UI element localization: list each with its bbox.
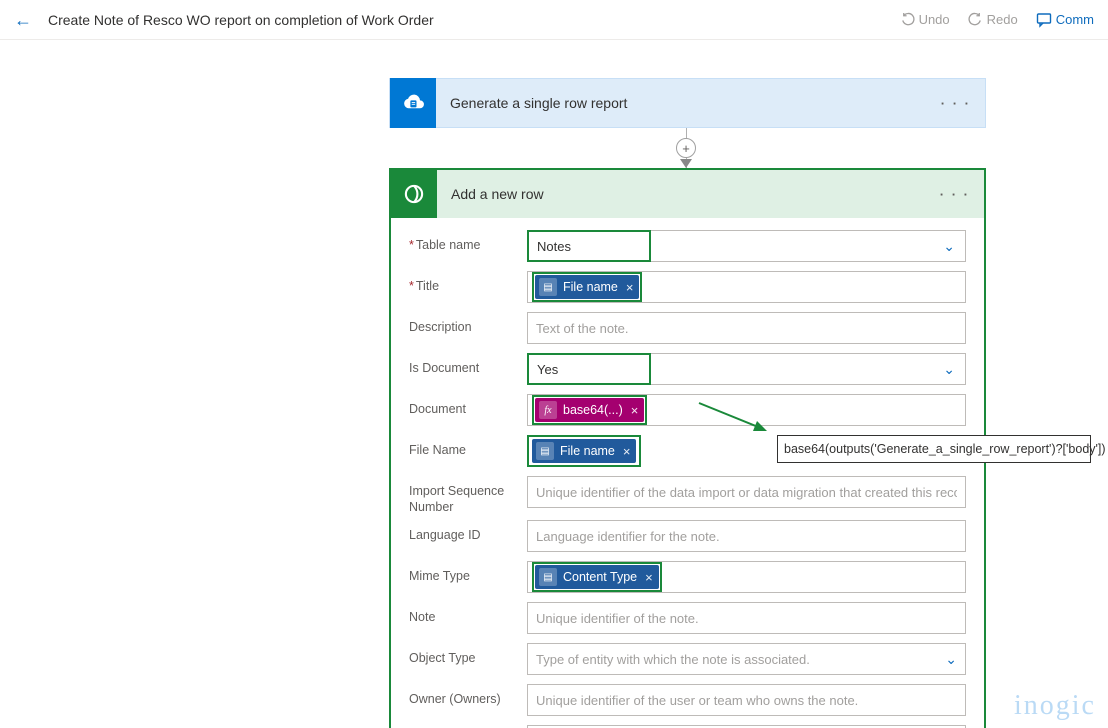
comments-button[interactable]: Comm — [1036, 12, 1094, 28]
row-is-document: Is Document Yes ⌄ — [409, 353, 966, 385]
row-title: *Title ▤ File name × — [409, 271, 966, 303]
top-bar-left: ← Create Note of Resco WO report on comp… — [10, 7, 434, 33]
import-seq-input[interactable] — [527, 476, 966, 508]
token-remove-icon[interactable]: × — [629, 403, 639, 418]
undo-button[interactable]: Undo — [900, 12, 950, 27]
step-icon — [390, 78, 436, 128]
flow-canvas: Generate a single row report · · · + Add… — [0, 40, 1108, 728]
chevron-down-icon: ⌄ — [945, 651, 957, 668]
row-import-seq: Import Sequence Number — [409, 476, 966, 515]
label-is-document: Is Document — [409, 353, 527, 377]
row-mime-type: Mime Type ▤ Content Type × — [409, 561, 966, 593]
top-bar: ← Create Note of Resco WO report on comp… — [0, 0, 1108, 40]
table-name-value: Notes — [527, 230, 651, 262]
redo-label: Redo — [987, 12, 1018, 27]
step-generate-report[interactable]: Generate a single row report · · · — [389, 78, 986, 128]
token-file-icon: ▤ — [539, 278, 557, 296]
is-document-select[interactable]: Yes ⌄ — [527, 353, 966, 385]
redo-icon — [968, 12, 983, 27]
action-body: *Table name Notes ⌄ *Title ▤ — [391, 218, 984, 728]
dataverse-icon — [401, 181, 427, 207]
chevron-down-icon: ⌄ — [943, 238, 955, 255]
row-file-name: File Name ▤ File name × base64(outputs('… — [409, 435, 966, 467]
action-header[interactable]: Add a new row · · · — [391, 170, 984, 218]
cloud-report-icon — [399, 89, 427, 117]
label-table-name: *Table name — [409, 230, 527, 254]
comments-label: Comm — [1056, 12, 1094, 27]
is-document-value: Yes — [527, 353, 651, 385]
token-file-icon: ▤ — [536, 442, 554, 460]
add-step-button[interactable]: + — [676, 138, 696, 158]
label-object-type: Object Type — [409, 643, 527, 667]
label-title: *Title — [409, 271, 527, 295]
title-token-file-name[interactable]: ▤ File name × — [535, 275, 639, 299]
expression-tooltip: base64(outputs('Generate_a_single_row_re… — [777, 435, 1091, 463]
row-note: Note — [409, 602, 966, 634]
row-language-id: Language ID — [409, 520, 966, 552]
object-type-placeholder: Type of entity with which the note is as… — [536, 652, 810, 667]
mime-type-token[interactable]: ▤ Content Type × — [535, 565, 659, 589]
label-language-id: Language ID — [409, 520, 527, 544]
row-owner: Owner (Owners) — [409, 684, 966, 716]
row-table-name: *Table name Notes ⌄ — [409, 230, 966, 262]
document-input[interactable]: fx base64(...) × — [527, 394, 966, 426]
watermark: inogic — [1014, 690, 1096, 722]
token-remove-icon[interactable]: × — [643, 570, 653, 585]
token-remove-icon[interactable]: × — [621, 444, 631, 459]
token-fx-icon: fx — [539, 401, 557, 419]
document-token-base64[interactable]: fx base64(...) × — [535, 398, 644, 422]
language-id-input[interactable] — [527, 520, 966, 552]
table-name-select[interactable]: Notes ⌄ — [527, 230, 966, 262]
description-input[interactable] — [527, 312, 966, 344]
token-file-icon: ▤ — [539, 568, 557, 586]
step-title: Generate a single row report — [436, 95, 927, 111]
row-document: Document fx base64(...) × — [409, 394, 966, 426]
row-description: Description — [409, 312, 966, 344]
is-document-dropdown[interactable]: ⌄ — [651, 353, 966, 385]
back-arrow-icon[interactable]: ← — [10, 7, 36, 33]
label-file-name: File Name — [409, 435, 527, 459]
table-name-dropdown[interactable]: ⌄ — [651, 230, 966, 262]
object-type-select[interactable]: Type of entity with which the note is as… — [527, 643, 966, 675]
file-name-token[interactable]: ▤ File name × — [532, 439, 636, 463]
action-title: Add a new row — [437, 186, 926, 202]
chevron-down-icon: ⌄ — [943, 361, 955, 378]
connector-arrowhead-icon — [680, 159, 692, 168]
redo-button[interactable]: Redo — [968, 12, 1018, 27]
note-input[interactable] — [527, 602, 966, 634]
mime-type-input[interactable]: ▤ Content Type × — [527, 561, 966, 593]
action-add-new-row: Add a new row · · · *Table name Notes ⌄ … — [389, 168, 986, 728]
step-more-icon[interactable]: · · · — [927, 96, 985, 111]
label-owner: Owner (Owners) — [409, 684, 527, 708]
row-object-type: Object Type Type of entity with which th… — [409, 643, 966, 675]
top-bar-right: Undo Redo Comm — [900, 12, 1094, 28]
undo-label: Undo — [919, 12, 950, 27]
flow-title: Create Note of Resco WO report on comple… — [48, 12, 434, 28]
label-note: Note — [409, 602, 527, 626]
undo-icon — [900, 12, 915, 27]
owner-input[interactable] — [527, 684, 966, 716]
title-input[interactable]: ▤ File name × — [527, 271, 966, 303]
label-description: Description — [409, 312, 527, 336]
label-mime-type: Mime Type — [409, 561, 527, 585]
label-import-seq: Import Sequence Number — [409, 476, 527, 515]
label-document: Document — [409, 394, 527, 418]
comments-icon — [1036, 12, 1052, 28]
action-icon — [391, 170, 437, 218]
token-remove-icon[interactable]: × — [624, 280, 634, 295]
action-more-icon[interactable]: · · · — [926, 187, 984, 202]
